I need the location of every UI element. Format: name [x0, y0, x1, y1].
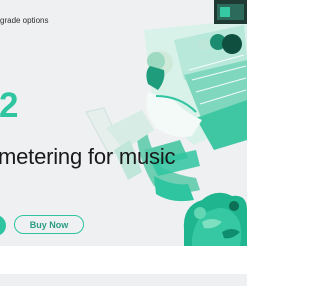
product-version-number: 2: [0, 86, 19, 125]
hero-section: grade options 2 metering for music Buy N…: [0, 0, 247, 246]
hero-tagline: metering for music: [0, 144, 176, 169]
primary-cta-button[interactable]: [0, 215, 6, 236]
next-section-band: [0, 274, 247, 286]
upgrade-options-link[interactable]: grade options: [0, 16, 48, 25]
hero-illustration: [85, 0, 247, 246]
buy-now-button[interactable]: Buy Now: [14, 215, 84, 234]
